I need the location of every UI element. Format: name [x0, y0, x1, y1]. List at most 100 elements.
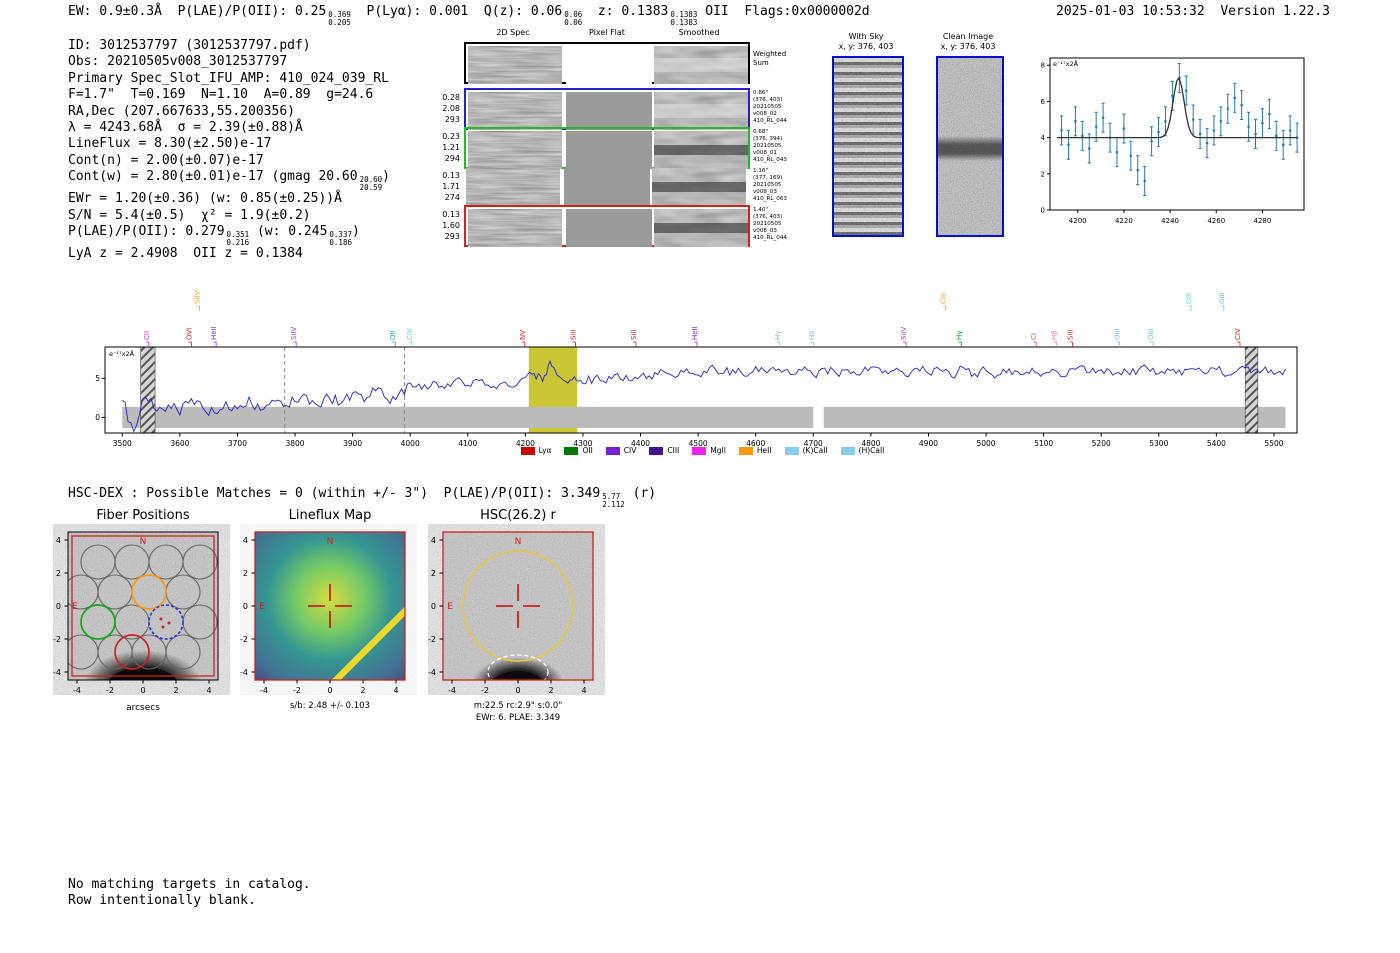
- spec2d-row-right-label: 0.86" (376, 403) 20210505 v008_02 410_RL_044: [753, 90, 787, 124]
- emission-line-label: HeII: [691, 326, 699, 340]
- legend-label: CIV: [623, 446, 637, 455]
- text-run: ): [382, 169, 390, 185]
- svg-text:0: 0: [243, 602, 248, 611]
- legend-label: (K)CaII: [802, 446, 828, 455]
- text-run: LineFlux = 8.30(±2.50)e-17: [68, 136, 272, 152]
- svg-text:-4: -4: [260, 686, 268, 695]
- stacked-uncertainty: 0.337 0.186: [329, 230, 352, 247]
- emission-line-label: SiIV: [900, 327, 908, 340]
- emission-line-label: Hγ: [774, 331, 782, 340]
- lineflux-map-title: Lineflux Map: [288, 508, 372, 523]
- text-run: HSC-DEX : Possible Matches = 0 (within +…: [68, 486, 601, 501]
- line-fit-chart: 4200 4220 4240 4260 4280 0 2 4 6 8 e⁻¹⁷x2Å: [1041, 57, 1305, 225]
- fiber-xlabel: arcsecs: [126, 703, 160, 713]
- legend-label: HeII: [756, 446, 772, 455]
- smoothed-image: [654, 46, 748, 84]
- elixer-report-page: EW: 0.9±0.3Å P(LAE)/P(OII): 0.25 0.369 0.2…: [0, 0, 1400, 953]
- svg-text:e⁻¹⁷x2Å: e⁻¹⁷x2Å: [109, 349, 135, 358]
- text-run: P(Lyα): 0.001 Q(z): 0.06: [350, 4, 563, 19]
- svg-text:-2: -2: [240, 635, 248, 644]
- svg-text:2: 2: [548, 686, 553, 695]
- clean-image-trace: [938, 135, 1002, 161]
- emission-line-label: OIII: [1218, 292, 1226, 304]
- compass-north: N: [140, 537, 147, 547]
- svg-text:4: 4: [1041, 134, 1046, 142]
- svg-text:2: 2: [360, 686, 365, 695]
- smoothed-image: [654, 92, 748, 130]
- svg-text:-4: -4: [53, 668, 61, 677]
- full-spectrum-chart: 3500 3600 3700 3800 3900 4000 4100 4200 4300 4400…: [95, 291, 1298, 448]
- clean-image-coords: x, y: 376, 403: [940, 42, 996, 51]
- with-sky-coords: x, y: 376, 403: [838, 42, 894, 51]
- spec2d-row-left-label: 0.13 1.71 274: [442, 171, 460, 202]
- footer-line-1: No matching targets in catalog.: [68, 877, 311, 892]
- svg-text:4: 4: [243, 536, 248, 545]
- svg-text:-4: -4: [428, 668, 436, 677]
- info-line: S/N = 5.4(±0.5) χ² = 1.9(±0.2): [68, 208, 390, 224]
- svg-text:4: 4: [581, 686, 586, 695]
- info-line: Obs: 20210505v008_3012537797: [68, 54, 390, 70]
- emission-line-label: SiII: [1066, 329, 1074, 340]
- svg-text:2: 2: [56, 569, 61, 578]
- svg-text:-4: -4: [240, 668, 248, 677]
- text-run: RA,Dec (207.667633,55.200356): [68, 103, 295, 119]
- spec2d-col-header: 2D Spec: [496, 28, 530, 37]
- stacked-uncertainty: 0.369 0.205: [328, 10, 351, 27]
- info-line: ID: 3012537797 (3012537797.pdf): [68, 38, 390, 54]
- legend-item: HeII: [738, 446, 772, 455]
- header-timestamp: 2025-01-03 10:53:32 Version 1.22.3: [1056, 4, 1330, 19]
- lineflux-caption: s/b: 2.48 +/- 0.103: [290, 701, 370, 711]
- svg-text:-4: -4: [448, 686, 456, 695]
- info-line: LyA z = 2.4908 OII z = 0.1384: [68, 246, 390, 262]
- with-sky-image: [832, 56, 904, 237]
- emission-line-label: SiIV: [193, 291, 201, 304]
- pixel-flat-image: [566, 209, 652, 247]
- info-line: EWr = 1.20(±0.36) (w: 0.85(±0.25))Å: [68, 191, 390, 207]
- emission-line-label: CI: [1030, 333, 1038, 340]
- emission-line-label: Hγ: [955, 331, 963, 340]
- spec2d-row-left-label: 0.28 2.08 293: [442, 93, 460, 124]
- emission-line-label: SiII: [630, 329, 638, 340]
- spec2d-row: [464, 88, 750, 130]
- spec2d-row-right-label: 1.40" (376, 403) 20210505 v008_03 410_RL_044: [753, 207, 787, 241]
- with-sky-title: With Sky: [848, 32, 884, 41]
- compass-east: E: [72, 602, 78, 612]
- emission-line-label: HeII: [210, 326, 218, 340]
- svg-text:4260: 4260: [1207, 217, 1225, 225]
- legend-label: (H)CaII: [858, 446, 885, 455]
- text-run: Obs: 20210505v008_3012537797: [68, 54, 288, 70]
- legend-swatch: [564, 446, 579, 455]
- text-run: (r): [624, 486, 657, 501]
- emission-line-label: CIV: [406, 328, 414, 340]
- emission-line-label: Hδ: [808, 330, 816, 340]
- info-line: P(LAE)/P(OII): 0.279 0.351 0.216 (w: 0.245…: [68, 224, 390, 246]
- emission-line-label: NV: [519, 330, 527, 340]
- legend-item: Lyα: [520, 446, 551, 455]
- svg-text:0: 0: [56, 602, 61, 611]
- spec2d-col-header: Smoothed: [678, 28, 720, 37]
- compass-north: N: [515, 537, 522, 547]
- info-line: λ = 4243.68Å σ = 2.39(±0.88)Å: [68, 120, 390, 136]
- text-run: (w: 0.245: [249, 224, 328, 240]
- svg-text:8: 8: [1041, 62, 1045, 70]
- info-line: F=1.7" T=0.169 N=1.10 A=0.89 g=24.6: [68, 87, 390, 103]
- svg-text:0: 0: [140, 686, 145, 695]
- spec2d-row-left-label: 0.23 1.21 294: [442, 132, 460, 163]
- spec2d-image: [466, 168, 560, 206]
- stacked-uncertainty: 20.60 20.59: [359, 175, 383, 192]
- emission-line-label: OVI: [185, 328, 193, 340]
- svg-text:4280: 4280: [1254, 217, 1272, 225]
- legend-item: (K)CaII: [784, 446, 828, 455]
- emission-line-label: Hβ: [1050, 330, 1058, 340]
- compass-east: E: [259, 602, 265, 612]
- compass-north: N: [327, 537, 334, 547]
- emission-line-label: OIII: [1147, 328, 1155, 340]
- text-run: Cont(n) = 2.00(±0.07)e-17: [68, 152, 264, 168]
- svg-text:2: 2: [1041, 170, 1045, 178]
- legend-item: CIV: [605, 446, 637, 455]
- stacked-uncertainty: 5.77 2.112: [602, 492, 625, 509]
- emission-line-label: CII: [143, 331, 151, 340]
- pixel-flat-image: [566, 46, 652, 84]
- text-run: λ = 4243.68Å σ = 2.39(±0.88)Å: [68, 120, 303, 136]
- svg-text:2: 2: [243, 569, 248, 578]
